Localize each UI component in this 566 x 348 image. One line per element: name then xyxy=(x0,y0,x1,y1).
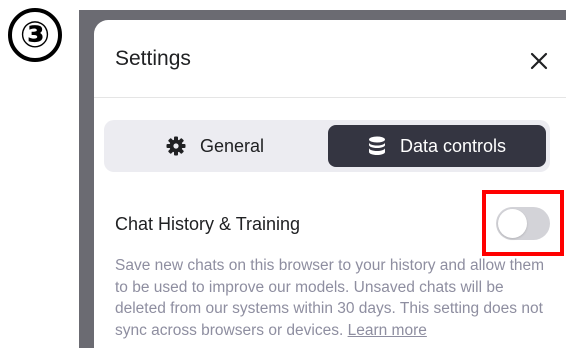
settings-tabs: General Data controls xyxy=(104,120,550,172)
step-number-marker: ③ xyxy=(8,8,62,62)
tab-data-controls-label: Data controls xyxy=(399,135,507,156)
chat-history-label: Chat History & Training xyxy=(115,214,301,234)
dialog-title: Settings xyxy=(115,47,191,70)
learn-more-link[interactable]: Learn more xyxy=(348,322,427,339)
page: ③ Settings General Data controls Chat Hi… xyxy=(0,0,566,348)
tab-general[interactable]: General xyxy=(110,125,320,167)
close-icon xyxy=(530,52,548,70)
database-icon xyxy=(368,136,386,156)
tab-general-label: General xyxy=(199,135,265,156)
tab-data-controls[interactable]: Data controls xyxy=(328,125,546,167)
chat-history-toggle[interactable] xyxy=(496,207,550,240)
settings-dialog: Settings General Data controls Chat Hist… xyxy=(94,20,566,348)
dialog-header: Settings xyxy=(94,20,566,98)
close-button[interactable] xyxy=(526,48,552,74)
chat-history-description: Save new chats on this browser to your h… xyxy=(115,255,545,341)
gear-icon xyxy=(166,136,186,156)
description-text: Save new chats on this browser to your h… xyxy=(115,257,545,339)
toggle-knob xyxy=(498,209,527,238)
